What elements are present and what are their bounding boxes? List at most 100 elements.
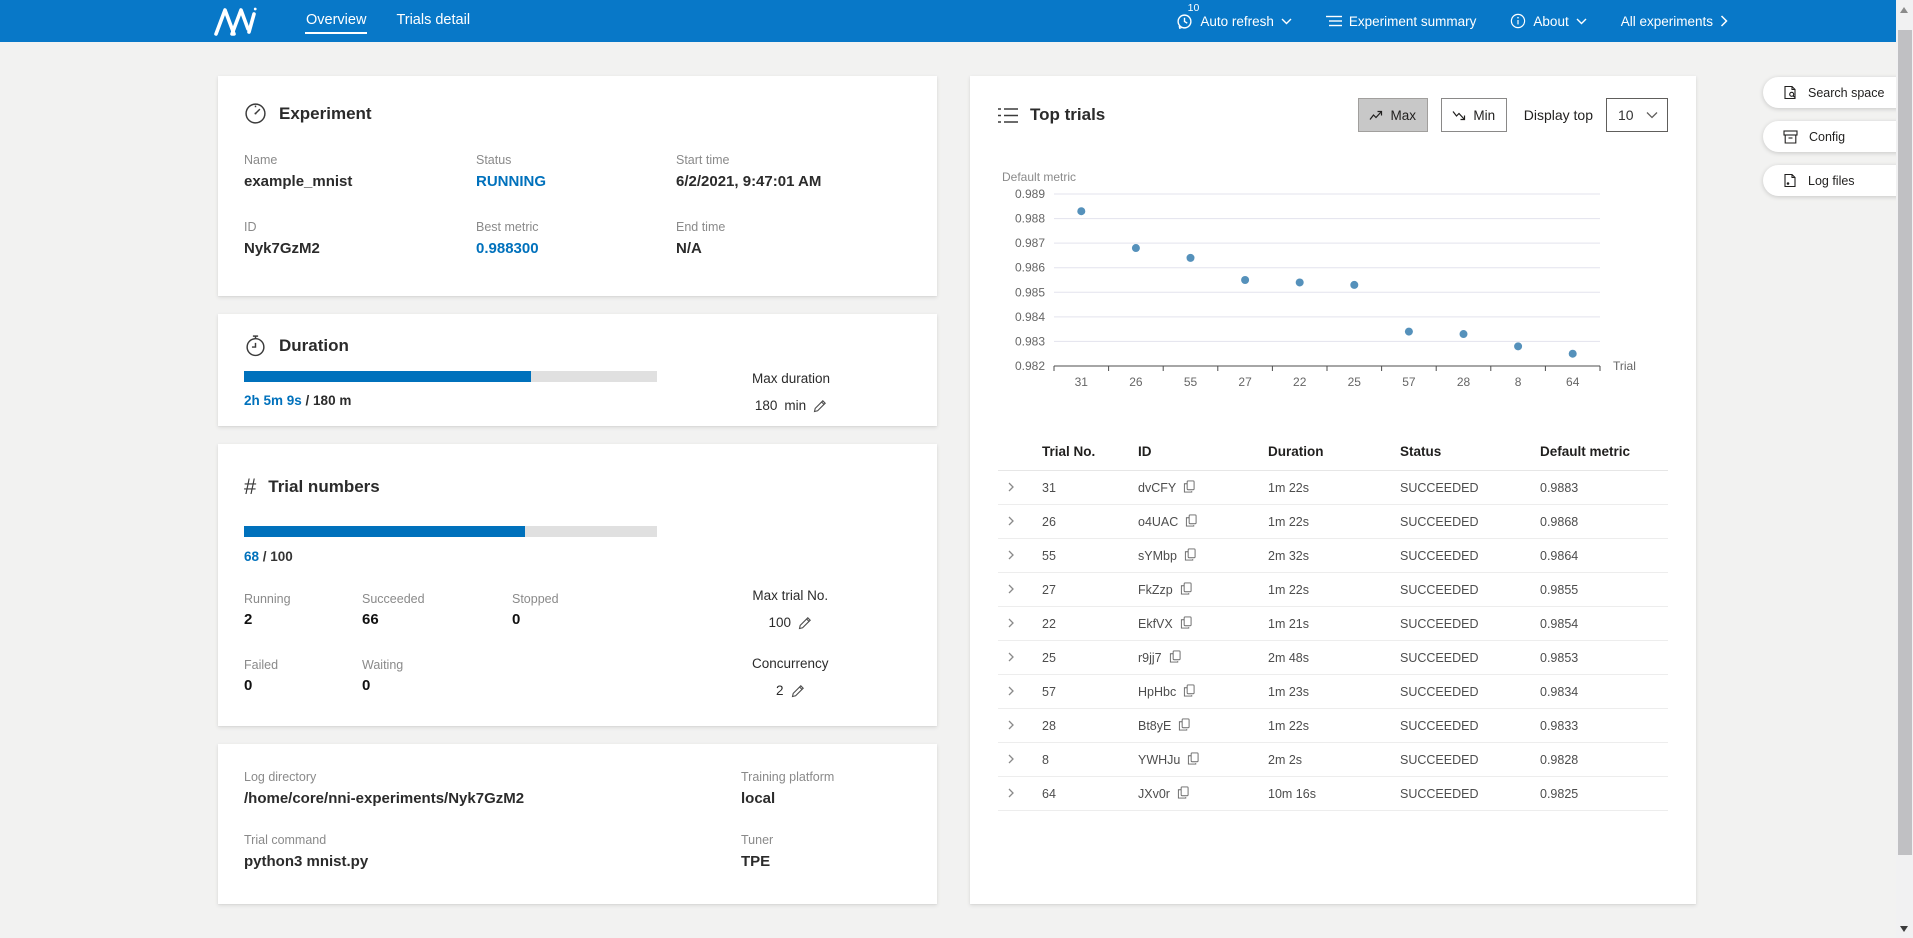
status-cell: SUCCEEDED bbox=[1394, 709, 1534, 743]
row-expand-chevron[interactable] bbox=[1004, 786, 1018, 800]
table-row[interactable]: 26o4UAC1m 22sSUCCEEDED0.9868 bbox=[998, 505, 1668, 539]
scrollbar-thumb[interactable] bbox=[1898, 30, 1912, 855]
field-label: Training platform bbox=[741, 770, 911, 784]
tab-trials-detail[interactable]: Trials detail bbox=[395, 8, 471, 34]
scrollbar-down-arrow[interactable] bbox=[1900, 926, 1908, 932]
metric-cell: 0.9828 bbox=[1534, 743, 1668, 777]
stat-waiting: Waiting 0 bbox=[362, 658, 512, 698]
col-trial-no: Trial No. bbox=[1036, 435, 1132, 471]
nni-logo bbox=[213, 4, 283, 38]
table-row[interactable]: 57HpHbc1m 23sSUCCEEDED0.9834 bbox=[998, 675, 1668, 709]
trend-down-icon bbox=[1452, 110, 1466, 121]
max-duration-unit: min bbox=[784, 398, 806, 413]
svg-text:0.985: 0.985 bbox=[1015, 285, 1045, 299]
status-cell: SUCCEEDED bbox=[1394, 641, 1534, 675]
stat-value: 0 bbox=[362, 677, 512, 694]
trend-up-icon bbox=[1369, 110, 1383, 121]
max-trial-label: Max trial No. bbox=[752, 588, 829, 603]
field-label: Status bbox=[476, 153, 676, 167]
gauge-icon bbox=[244, 102, 267, 125]
row-expand-chevron[interactable] bbox=[1004, 752, 1018, 766]
duration-cell: 1m 22s bbox=[1262, 709, 1394, 743]
svg-text:0.987: 0.987 bbox=[1015, 236, 1045, 250]
top-trials-table-body: 31dvCFY1m 22sSUCCEEDED0.988326o4UAC1m 22… bbox=[998, 471, 1668, 811]
edit-pencil-icon[interactable] bbox=[798, 616, 812, 630]
svg-text:0.986: 0.986 bbox=[1015, 261, 1045, 275]
table-row[interactable]: 8YWHJu2m 2sSUCCEEDED0.9828 bbox=[998, 743, 1668, 777]
metric-cell: 0.9853 bbox=[1534, 641, 1668, 675]
experiment-summary-button[interactable]: Experiment summary bbox=[1326, 14, 1477, 29]
stopwatch-icon bbox=[244, 334, 267, 357]
edit-pencil-icon[interactable] bbox=[791, 684, 805, 698]
table-row[interactable]: 27FkZzp1m 22sSUCCEEDED0.9855 bbox=[998, 573, 1668, 607]
copy-icon[interactable] bbox=[1184, 548, 1196, 561]
duration-cell: 2m 48s bbox=[1262, 641, 1394, 675]
min-button[interactable]: Min bbox=[1441, 98, 1507, 132]
hash-icon: # bbox=[244, 474, 256, 500]
svg-text:22: 22 bbox=[1293, 375, 1307, 389]
field-label: Log directory bbox=[244, 770, 741, 784]
top-navbar: Overview Trials detail 10 Auto refresh bbox=[0, 0, 1913, 42]
max-trial-value: 100 bbox=[769, 615, 792, 630]
experiment-field: Name example_mnist bbox=[244, 153, 476, 190]
best-metric-value[interactable]: 0.988300 bbox=[476, 240, 676, 257]
copy-icon[interactable] bbox=[1183, 480, 1195, 493]
all-experiments-label: All experiments bbox=[1621, 14, 1713, 29]
trial-numbers-card: # Trial numbers 68 / 100 Running 2 Succe… bbox=[218, 444, 937, 726]
concurrency-label: Concurrency bbox=[752, 656, 829, 671]
edit-pencil-icon[interactable] bbox=[813, 399, 827, 413]
display-top-select[interactable]: 10 bbox=[1606, 98, 1668, 132]
row-expand-chevron[interactable] bbox=[1004, 582, 1018, 596]
min-button-label: Min bbox=[1473, 108, 1495, 123]
experiment-info-card: Log directory /home/core/nni-experiments… bbox=[218, 744, 937, 904]
copy-icon[interactable] bbox=[1180, 616, 1192, 629]
row-expand-chevron[interactable] bbox=[1004, 514, 1018, 528]
main-tabs: Overview Trials detail bbox=[305, 8, 471, 34]
svg-text:0.989: 0.989 bbox=[1015, 187, 1045, 201]
copy-icon[interactable] bbox=[1178, 718, 1190, 731]
duration-progress-fill bbox=[244, 371, 531, 382]
stat-value: 0 bbox=[244, 677, 362, 694]
display-top-label: Display top bbox=[1524, 107, 1593, 123]
copy-icon[interactable] bbox=[1169, 650, 1181, 663]
config-button[interactable]: Config bbox=[1763, 121, 1913, 152]
copy-icon[interactable] bbox=[1177, 786, 1189, 799]
copy-icon[interactable] bbox=[1185, 514, 1197, 527]
max-button[interactable]: Max bbox=[1358, 98, 1428, 132]
experiment-status-value: RUNNING bbox=[476, 173, 676, 190]
table-row[interactable]: 28Bt8yE1m 22sSUCCEEDED0.9833 bbox=[998, 709, 1668, 743]
table-row[interactable]: 22EkfVX1m 21sSUCCEEDED0.9854 bbox=[998, 607, 1668, 641]
about-menu[interactable]: About bbox=[1510, 13, 1586, 29]
trial-no-cell: 55 bbox=[1036, 539, 1132, 573]
log-files-button[interactable]: Log files bbox=[1763, 165, 1913, 196]
table-row[interactable]: 55sYMbp2m 32sSUCCEEDED0.9864 bbox=[998, 539, 1668, 573]
tuner-value: TPE bbox=[741, 853, 911, 870]
copy-icon[interactable] bbox=[1187, 752, 1199, 765]
info-field: Log directory /home/core/nni-experiments… bbox=[244, 770, 741, 807]
duration-cell: 1m 21s bbox=[1262, 607, 1394, 641]
copy-icon[interactable] bbox=[1180, 582, 1192, 595]
row-expand-chevron[interactable] bbox=[1004, 616, 1018, 630]
experiment-field: Status RUNNING bbox=[476, 153, 676, 190]
table-row[interactable]: 64JXv0r10m 16sSUCCEEDED0.9825 bbox=[998, 777, 1668, 811]
auto-refresh-menu[interactable]: 10 Auto refresh bbox=[1176, 13, 1292, 30]
copy-icon[interactable] bbox=[1183, 684, 1195, 697]
page-scrollbar[interactable] bbox=[1896, 0, 1913, 938]
row-expand-chevron[interactable] bbox=[1004, 650, 1018, 664]
row-expand-chevron[interactable] bbox=[1004, 718, 1018, 732]
stat-value: 66 bbox=[362, 611, 512, 628]
tab-overview[interactable]: Overview bbox=[305, 8, 367, 34]
stat-succeeded: Succeeded 66 bbox=[362, 592, 512, 632]
table-row[interactable]: 25r9jj72m 48sSUCCEEDED0.9853 bbox=[998, 641, 1668, 675]
info-field: Training platform local bbox=[741, 770, 911, 807]
metric-cell: 0.9883 bbox=[1534, 471, 1668, 505]
auto-refresh-interval-badge: 10 bbox=[1188, 2, 1200, 14]
table-row[interactable]: 31dvCFY1m 22sSUCCEEDED0.9883 bbox=[998, 471, 1668, 505]
row-expand-chevron[interactable] bbox=[1004, 548, 1018, 562]
all-experiments-link[interactable]: All experiments bbox=[1621, 14, 1728, 29]
scrollbar-up-arrow[interactable] bbox=[1900, 7, 1908, 13]
row-expand-chevron[interactable] bbox=[1004, 480, 1018, 494]
trial-id-cell: JXv0r bbox=[1132, 777, 1262, 811]
search-space-button[interactable]: Search space bbox=[1763, 77, 1913, 108]
row-expand-chevron[interactable] bbox=[1004, 684, 1018, 698]
